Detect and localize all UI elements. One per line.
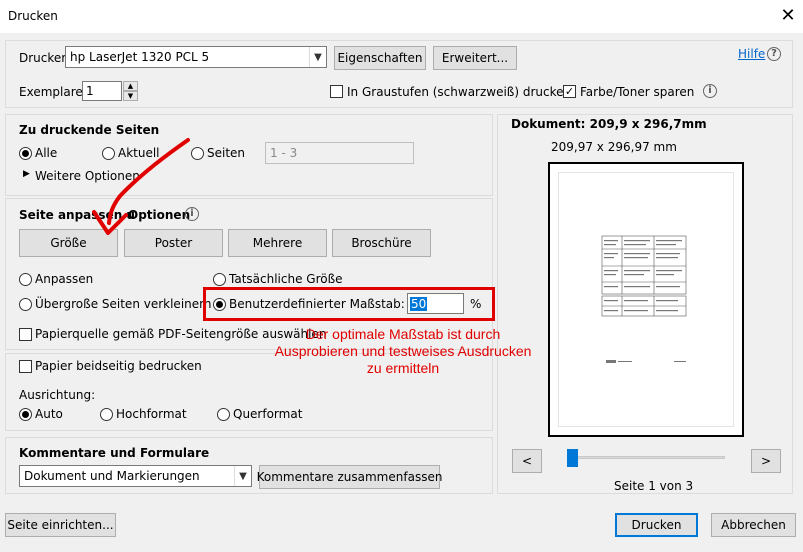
comments-select[interactable]: Dokument und Markierungen ▼ [19, 465, 252, 487]
cancel-button[interactable]: Abbrechen [711, 513, 796, 537]
print-button[interactable]: Drucken [615, 513, 698, 537]
fit-label: Anpassen [35, 272, 94, 286]
orientation-portrait-label: Hochformat [116, 407, 187, 421]
duplex-label: Papier beidseitig bedrucken [35, 359, 202, 373]
orientation-auto-label: Auto [35, 407, 63, 421]
annotation-line-2: Ausprobieren und testweises Ausdrucken [274, 343, 532, 359]
grayscale-checkbox[interactable] [330, 85, 343, 98]
annotation-text: Der optimale Maßstab ist durch Ausprobie… [255, 326, 551, 377]
orientation-landscape-label: Querformat [233, 407, 303, 421]
comments-selected-value: Dokument und Markierungen [24, 469, 200, 483]
grayscale-label: In Graustufen (schwarzweiß) drucken [347, 85, 572, 99]
shrink-label: Übergroße Seiten verkleinern [35, 297, 212, 311]
info-icon[interactable]: i [703, 84, 717, 98]
chevron-down-icon: ▼ [309, 47, 326, 67]
more-options-link[interactable]: Weitere Optionen [35, 169, 140, 183]
document-size: Dokument: 209,9 x 296,7mm [511, 117, 707, 131]
title-bar: Drucken ✕ [0, 0, 803, 33]
actual-size-label: Tatsächliche Größe [229, 272, 343, 286]
annotation-line-1: Der optimale Maßstab ist durch [305, 326, 501, 342]
pages-current-radio[interactable] [102, 147, 115, 160]
help-link[interactable]: Hilfe [738, 47, 765, 61]
orientation-portrait-radio[interactable] [100, 408, 113, 421]
fit-radio[interactable] [19, 273, 32, 286]
chevron-down-icon: ▼ [234, 466, 251, 486]
advanced-button[interactable]: Erweitert... [433, 46, 517, 70]
spin-up-icon[interactable]: ▲ [123, 81, 138, 91]
pages-current-label: Aktuell [118, 146, 160, 160]
comments-heading: Kommentare und Formulare [19, 446, 210, 460]
properties-button[interactable]: Eigenschaften [334, 46, 426, 70]
preview-content [601, 235, 687, 363]
paper-source-checkbox[interactable] [19, 328, 32, 341]
prev-page-button[interactable]: < [512, 449, 542, 473]
printer-selected-value: hp LaserJet 1320 PCL 5 [70, 50, 210, 64]
copies-label: Exemplare: [19, 85, 87, 99]
page-setup-button[interactable]: Seite einrichten... [5, 513, 116, 537]
sizing-heading-start: Seite anpassen u [19, 208, 135, 222]
page-size: 209,97 x 296,97 mm [551, 140, 677, 154]
page-slider-track[interactable] [567, 456, 725, 459]
printer-select[interactable]: hp LaserJet 1320 PCL 5 ▼ [65, 46, 327, 68]
tab-booklet[interactable]: Broschüre [332, 229, 431, 257]
sizing-heading-end: Optionen [128, 208, 191, 222]
pages-all-label: Alle [35, 146, 58, 160]
orientation-auto-radio[interactable] [19, 408, 32, 421]
pages-heading: Zu druckende Seiten [19, 123, 160, 137]
annotation-line-3: zu ermitteln [366, 360, 440, 376]
help-icon[interactable]: ? [767, 47, 781, 61]
pages-range-label: Seiten [207, 146, 246, 160]
page-slider-thumb[interactable] [567, 449, 578, 467]
pages-range-radio[interactable] [191, 147, 204, 160]
window-title: Drucken [8, 9, 58, 23]
printer-label: Drucker: [19, 51, 71, 65]
orientation-label: Ausrichtung: [19, 388, 96, 402]
duplex-checkbox[interactable] [19, 360, 32, 373]
tab-size[interactable]: Größe [19, 229, 118, 257]
save-toner-checkbox[interactable]: ✓ [563, 85, 576, 98]
page-indicator: Seite 1 von 3 [614, 479, 694, 493]
sizing-info-icon[interactable]: i [185, 207, 199, 221]
save-toner-label: Farbe/Toner sparen [580, 85, 695, 99]
orientation-landscape-radio[interactable] [217, 408, 230, 421]
actual-size-radio[interactable] [213, 273, 226, 286]
shrink-radio[interactable] [19, 298, 32, 311]
next-page-button[interactable]: > [751, 449, 781, 473]
pages-all-radio[interactable] [19, 147, 32, 160]
pages-range-input[interactable]: 1 - 3 [265, 142, 414, 164]
tab-multiple[interactable]: Mehrere [228, 229, 327, 257]
spin-down-icon[interactable]: ▼ [123, 91, 138, 101]
page-preview [548, 162, 744, 437]
pages-range-placeholder: 1 - 3 [270, 146, 298, 160]
copies-value: 1 [86, 84, 94, 98]
expand-triangle-icon[interactable]: ▶ [23, 169, 30, 179]
summarize-comments-button[interactable]: Kommentare zusammenfassen [257, 465, 442, 489]
annotation-frame [203, 287, 495, 321]
tab-poster[interactable]: Poster [124, 229, 223, 257]
close-icon[interactable]: ✕ [776, 3, 800, 29]
copies-input[interactable]: 1 [82, 81, 122, 101]
